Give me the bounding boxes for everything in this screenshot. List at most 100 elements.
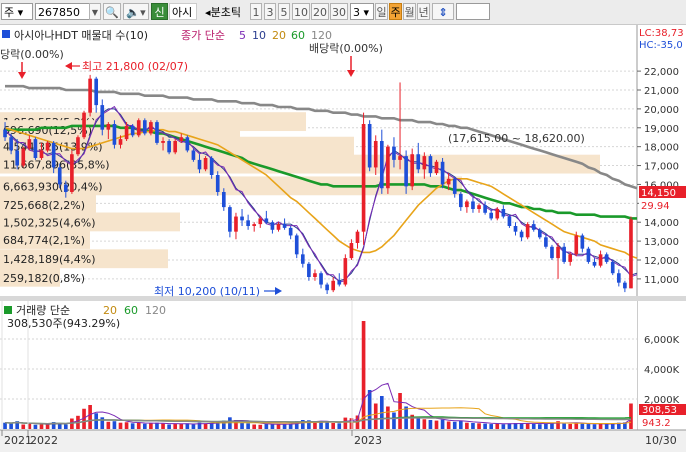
- period-button-20[interactable]: 20: [311, 3, 329, 20]
- extra-input[interactable]: [456, 3, 490, 20]
- candle-body: [82, 112, 86, 138]
- candle-body: [203, 158, 208, 170]
- speaker-icon: 🔈▾: [126, 6, 146, 19]
- candle-body: [234, 216, 238, 232]
- tab-year[interactable]: 년: [417, 3, 430, 20]
- candle-body: [9, 137, 13, 151]
- candle-body: [282, 224, 287, 228]
- tab-day[interactable]: 일: [375, 3, 388, 20]
- volume-bar: [276, 424, 281, 429]
- tab-year-label: 년: [418, 6, 429, 19]
- period-button-10[interactable]: 10: [292, 3, 310, 20]
- speaker-button[interactable]: 🔈▾: [123, 3, 149, 20]
- candle-body: [483, 205, 487, 213]
- candle-body: [373, 141, 378, 168]
- candle-body: [307, 263, 311, 277]
- period-label: 1: [252, 6, 260, 19]
- count-select[interactable]: 3 ▾: [350, 3, 374, 20]
- volume-bar: [39, 424, 44, 429]
- volume-bar: [501, 424, 506, 429]
- period-button-5[interactable]: 5: [278, 3, 290, 20]
- search-icon: 🔍: [105, 6, 119, 19]
- volume-bar: [349, 418, 354, 429]
- updown-button[interactable]: ⇕: [432, 3, 454, 20]
- credit-badge-button[interactable]: 신: [151, 3, 168, 20]
- candle-body: [513, 226, 518, 232]
- volume-bar: [580, 423, 585, 429]
- candle-body: [228, 207, 232, 232]
- volume-bar: [313, 422, 317, 429]
- period-button-3[interactable]: 3: [264, 3, 276, 20]
- period-button-1[interactable]: 1: [250, 3, 262, 20]
- market-select[interactable]: 주 ▾: [1, 3, 33, 20]
- candle-body: [386, 146, 390, 189]
- volume-bar: [252, 424, 257, 429]
- candle-body: [167, 141, 171, 153]
- range-label: (17,615.00 ~ 18,620.00): [448, 132, 585, 145]
- legend-ma120: 120: [311, 29, 332, 42]
- panel-splitter[interactable]: [0, 296, 686, 301]
- volume-bar: [331, 423, 336, 429]
- period-button-30[interactable]: 30: [330, 3, 348, 20]
- volume-bar: [598, 423, 603, 429]
- tab-month[interactable]: 월: [403, 3, 416, 20]
- candle-body: [434, 161, 439, 174]
- candle-body: [361, 124, 366, 232]
- volume-bar: [483, 423, 487, 429]
- volume-bar: [586, 424, 591, 429]
- volume-bar: [149, 423, 153, 429]
- code-dropdown-button[interactable]: ▼: [89, 3, 101, 20]
- volume-bar: [398, 393, 402, 429]
- candle-body: [215, 175, 220, 192]
- tab-week[interactable]: 주: [389, 3, 402, 20]
- volume-bar: [112, 421, 117, 429]
- volume-bar: [124, 422, 129, 429]
- period-label: 10: [294, 6, 308, 19]
- hc-value: HC:-35,0: [639, 40, 683, 51]
- stock-name-field: 아시: [169, 3, 197, 20]
- volume-profile-label: 1,502,325(4,6%): [3, 216, 96, 229]
- price-tick-label: 13,000: [644, 237, 679, 248]
- volume-bar: [477, 423, 481, 429]
- price-tick-label: 12,000: [644, 256, 679, 267]
- volume-bar: [471, 423, 475, 429]
- volume-bar: [203, 423, 208, 429]
- date-tick-label: 2023: [354, 434, 382, 447]
- candle-body: [422, 156, 427, 170]
- search-button[interactable]: 🔍: [103, 3, 121, 20]
- candle-body: [440, 161, 445, 185]
- volume-bar: [604, 424, 609, 429]
- toolbar: 주 ▾ 267850 ▼ 🔍 🔈▾ 신 아시 ◂분초틱 1 3 5 10 20 …: [0, 0, 686, 25]
- volume-profile-label: 684,774(2,1%): [3, 234, 85, 247]
- volume-bar: [392, 412, 396, 429]
- candle-body: [142, 120, 147, 134]
- stock-chart[interactable]: 1,058,552(5,2%)696,690(12,5%)4,544,325(1…: [0, 25, 686, 452]
- price-tick-label: 17,000: [644, 162, 679, 173]
- candle-body: [580, 235, 585, 249]
- legend-ma-title: 종가 단순: [181, 29, 225, 42]
- price-tick-label: 21,000: [644, 86, 679, 97]
- timeframe-toggle[interactable]: ◂분초틱: [198, 3, 248, 20]
- volume-bar: [373, 403, 378, 429]
- candle-body: [63, 184, 68, 192]
- volume-bar: [142, 423, 147, 429]
- candle-body: [197, 159, 202, 170]
- volume-bar: [465, 422, 469, 429]
- candle-body: [209, 158, 214, 175]
- volume-bar: [9, 423, 13, 429]
- candle-body: [252, 224, 257, 226]
- volume-bar: [416, 417, 421, 429]
- candle-body: [477, 205, 481, 209]
- volume-bar: [130, 423, 135, 429]
- candle-body: [179, 137, 184, 141]
- volume-pct: 943.2: [642, 418, 671, 429]
- candle-body: [270, 222, 275, 230]
- candle-body: [452, 178, 457, 194]
- candle-body: [51, 142, 56, 168]
- volume-bar: [495, 423, 500, 429]
- volume-legend-ma60: 60: [124, 304, 138, 317]
- volume-bar: [537, 424, 542, 429]
- period-label: 5: [280, 6, 288, 19]
- candle-body: [130, 125, 135, 136]
- volume-profile-label: 259,182(0,8%): [3, 272, 85, 285]
